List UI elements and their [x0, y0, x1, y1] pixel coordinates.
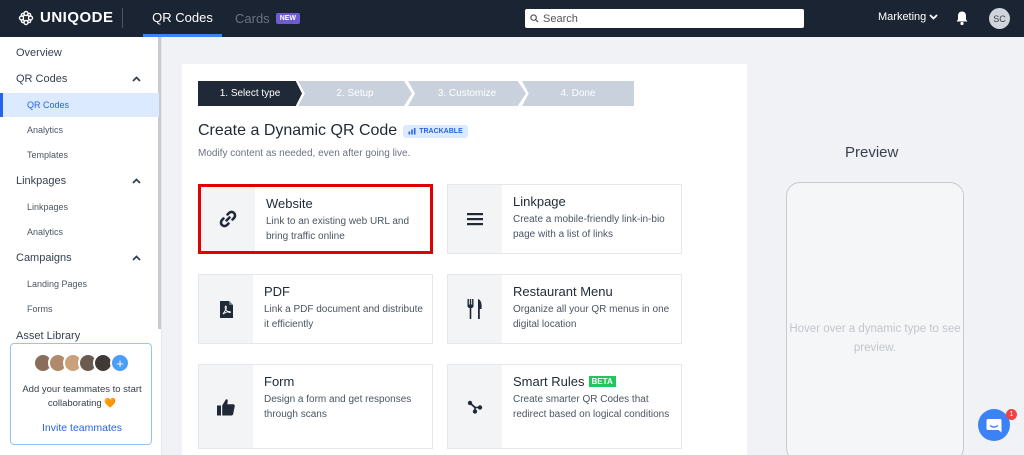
add-teammate-plus-icon[interactable]: + [110, 353, 130, 373]
type-title: PDF [264, 284, 290, 299]
user-avatar[interactable]: SC [989, 8, 1010, 29]
type-icon-column [201, 187, 255, 251]
tab-cards-label: Cards [235, 11, 270, 26]
logo-mark-icon [18, 10, 34, 25]
sidebar-item-asset-library[interactable]: Asset Library [0, 328, 159, 344]
sidebar-group-campaigns[interactable]: Campaigns [0, 250, 159, 266]
chevron-up-icon [132, 76, 141, 82]
type-card-form[interactable]: Form Design a form and get responses thr… [198, 364, 433, 449]
rules-icon [467, 400, 483, 414]
type-icon-column [199, 275, 253, 343]
type-description: Design a form and get responses through … [264, 394, 412, 420]
trackable-badge: TRACKABLE [403, 124, 468, 138]
type-title: Website [266, 196, 313, 211]
sidebar-item-qr-codes[interactable]: QR Codes [0, 93, 159, 117]
sidebar: Overview QR Codes QR Codes Analytics Tem… [0, 37, 162, 455]
sidebar-item-forms[interactable]: Forms [0, 302, 159, 316]
chevron-up-icon [132, 178, 141, 184]
teammate-avatars: + [33, 353, 130, 373]
search-input[interactable] [543, 12, 783, 25]
search-box[interactable] [525, 9, 804, 28]
chat-icon [986, 418, 1002, 432]
workspace-label: Marketing [878, 11, 927, 23]
tab-cards[interactable]: Cards NEW [235, 0, 301, 37]
type-title: Smart Rules [513, 374, 585, 389]
type-card-smart-rules[interactable]: Smart Rules BETA Create smarter QR Codes… [447, 364, 682, 449]
sidebar-item-overview[interactable]: Overview [0, 45, 159, 61]
type-description: Link to an existing web URL and bring tr… [266, 216, 410, 242]
phone-preview-frame [786, 182, 964, 455]
sidebar-group-qr-codes[interactable]: QR Codes [0, 71, 159, 87]
step-setup[interactable]: 2. Setup [298, 81, 412, 106]
sidebar-item-landing-pages[interactable]: Landing Pages [0, 277, 159, 291]
type-icon-column [448, 365, 502, 448]
type-card-website[interactable]: Website Link to an existing web URL and … [198, 184, 433, 254]
sidebar-item-linkpages[interactable]: Linkpages [0, 200, 159, 214]
type-icon-column [448, 185, 502, 253]
page-heading: Create a Dynamic QR Code TRACKABLE [198, 122, 468, 140]
page-title: Create a Dynamic QR Code [198, 122, 398, 139]
chevron-up-icon [132, 255, 141, 261]
invite-message: Add your teammates to start collaboratin… [22, 384, 142, 409]
type-title: Form [264, 374, 295, 389]
thumbs-up-icon [217, 398, 235, 415]
chevron-down-icon [929, 14, 938, 20]
sidebar-item-linkpages-analytics[interactable]: Analytics [0, 225, 159, 239]
type-card-linkpage[interactable]: Linkpage Create a mobile-friendly link-i… [447, 184, 682, 254]
stepper: 1. Select type 2. Setup 3. Customize 4. … [198, 81, 634, 106]
new-badge: NEW [275, 13, 301, 24]
topbar-divider [122, 8, 123, 28]
type-title: Restaurant Menu [513, 284, 613, 299]
type-description: Create a mobile-friendly link-in-bio pag… [513, 214, 665, 240]
brand-logo[interactable]: UNIQODE [18, 9, 114, 26]
sidebar-item-templates[interactable]: Templates [0, 148, 159, 162]
invite-teammates-link[interactable]: Invite teammates [11, 422, 153, 434]
step-done[interactable]: 4. Done [522, 81, 634, 106]
brand-name: UNIQODE [40, 9, 114, 26]
type-icon-column [448, 275, 502, 343]
sidebar-group-label: Campaigns [16, 252, 72, 264]
preview-hint: Hover over a dynamic type to see preview… [789, 323, 961, 354]
top-navigation-bar: UNIQODE QR Codes Cards NEW Marketing SC [0, 0, 1024, 37]
type-card-pdf[interactable]: PDF Link a PDF document and distribute i… [198, 274, 433, 344]
list-icon [467, 213, 483, 226]
type-description: Link a PDF document and distribute it ef… [264, 304, 423, 330]
workspace-dropdown[interactable]: Marketing [878, 11, 938, 23]
sidebar-group-label: QR Codes [16, 73, 68, 85]
step-select-type[interactable]: 1. Select type [198, 81, 302, 106]
type-title-row: Smart Rules BETA [513, 374, 616, 389]
link-icon [219, 210, 237, 228]
step-customize[interactable]: 3. Customize [408, 81, 526, 106]
utensils-icon [467, 299, 482, 319]
type-icon-column [199, 365, 253, 448]
invite-teammates-card: + Add your teammates to start collaborat… [10, 343, 152, 445]
create-qr-panel: 1. Select type 2. Setup 3. Customize 4. … [182, 64, 747, 455]
type-title: Linkpage [513, 194, 566, 209]
sidebar-group-label: Linkpages [16, 175, 67, 187]
preview-title: Preview [845, 144, 899, 161]
sidebar-group-linkpages[interactable]: Linkpages [0, 173, 159, 189]
tab-qr-codes[interactable]: QR Codes [143, 0, 222, 37]
beta-badge: BETA [588, 376, 616, 387]
type-card-restaurant-menu[interactable]: Restaurant Menu Organize all your QR men… [447, 274, 682, 344]
pdf-icon [219, 300, 233, 318]
page-subtitle: Modify content as needed, even after goi… [198, 148, 411, 159]
notifications-bell-icon[interactable] [955, 10, 969, 31]
bar-chart-icon [408, 127, 416, 134]
sidebar-item-qr-analytics[interactable]: Analytics [0, 123, 159, 137]
chat-notification-badge: 1 [1006, 409, 1017, 420]
type-description: Organize all your QR menus in one digita… [513, 304, 670, 330]
search-icon [530, 14, 539, 23]
trackable-label: TRACKABLE [419, 127, 463, 135]
type-description: Create smarter QR Codes that redirect ba… [513, 394, 670, 420]
